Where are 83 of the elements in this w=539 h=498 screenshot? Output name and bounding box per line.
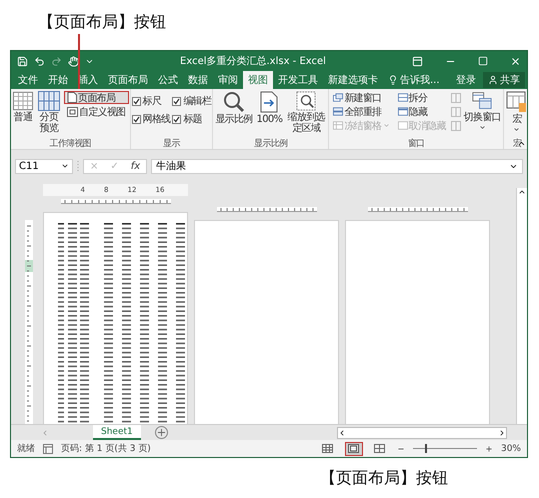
horizontal-scrollbar[interactable]: [337, 426, 507, 438]
caret-icon: [513, 126, 520, 133]
checkbox[interactable]: 标尺: [132, 94, 170, 108]
group-label: 工作簿视图: [50, 138, 92, 149]
checkmark-icon: [132, 116, 140, 122]
ribbon-tab[interactable]: 页面布局: [103, 71, 153, 89]
checkmark-icon: [132, 98, 140, 104]
close-icon[interactable]: [510, 56, 521, 66]
leader-line: [78, 34, 80, 92]
ribbon-button[interactable]: 隐藏: [394, 105, 449, 118]
tell-me-field[interactable]: 告诉我...: [383, 71, 445, 89]
scroll-right-icon[interactable]: [498, 428, 506, 436]
caret-icon: [382, 122, 390, 129]
ribbon-tab[interactable]: 公式: [153, 71, 183, 89]
ribbon-button[interactable]: 全部重排: [330, 105, 393, 118]
annotation-caption: 【页面布局】按钮: [320, 468, 448, 488]
caret-icon: [61, 162, 69, 170]
ribbon-tab[interactable]: 开发工具: [273, 71, 323, 89]
zoom-slider-thumb[interactable]: [424, 444, 427, 453]
ribbon-button[interactable]: 普通: [12, 91, 34, 123]
sheet-tab[interactable]: Sheet1: [93, 425, 141, 440]
ribbon-button[interactable]: 分页预览: [36, 91, 62, 134]
ribbon-tab[interactable]: 文件: [13, 71, 43, 89]
checkbox[interactable]: 标题: [172, 112, 212, 126]
scroll-left-icon[interactable]: [338, 428, 346, 436]
ribbon-button[interactable]: 切换窗口: [462, 91, 502, 131]
status-text: 就绪: [17, 442, 35, 455]
ribbon-tab[interactable]: 新建选项卡: [323, 71, 383, 89]
ribbon-tab[interactable]: 开始: [43, 71, 73, 89]
undo-icon[interactable]: [34, 56, 45, 66]
window-title: Excel多重分类汇总.xlsx - Excel: [179, 54, 327, 68]
page-number-text: 页码: 第 1 页(共 3 页): [61, 442, 151, 455]
zoom-in-icon[interactable]: [484, 444, 493, 452]
maximize-icon[interactable]: [478, 56, 488, 66]
ribbon-button[interactable]: 100%: [256, 91, 284, 125]
annotation-caption: 【页面布局】按钮: [38, 12, 166, 33]
ribbon-tab[interactable]: 审阅: [213, 71, 243, 89]
checkbox[interactable]: 网格线: [132, 112, 170, 126]
formula-value: 牛油果: [156, 160, 186, 173]
ribbon-tab[interactable]: 数据: [183, 71, 213, 89]
ribbon-button[interactable]: 拆分: [394, 91, 449, 104]
ribbon-button[interactable]: 宏: [504, 91, 527, 133]
save-icon[interactable]: [17, 56, 28, 66]
page-icon: [67, 92, 77, 103]
sign-in-link[interactable]: 登录: [451, 71, 481, 89]
group-label: 窗口: [408, 138, 424, 149]
ribbon-button[interactable]: 缩放到选定区域: [285, 91, 328, 134]
checkmark-icon: [173, 116, 180, 122]
formula-field[interactable]: 牛油果: [151, 158, 523, 174]
checkbox[interactable]: 编辑栏: [172, 94, 212, 108]
ribbon-options-icon[interactable]: [412, 56, 423, 66]
touch-mode-icon[interactable]: [68, 56, 79, 66]
custom-view-icon: [67, 106, 78, 116]
unhide-icon: [398, 121, 408, 130]
view-button[interactable]: [344, 442, 363, 456]
share-button[interactable]: 共享: [483, 72, 525, 88]
lightbulb-icon: [388, 75, 398, 85]
hide-icon: [398, 107, 408, 116]
group-label: 宏: [512, 138, 522, 149]
group-label: 显示: [163, 138, 180, 149]
magnifier-icon: [222, 91, 245, 113]
checkmark-icon: [173, 98, 180, 104]
new-window-icon: [333, 93, 344, 102]
ribbon-button[interactable]: 新建窗口: [330, 91, 393, 104]
ribbon-button[interactable]: 页面布局: [64, 91, 129, 104]
cell-reference: C11: [19, 160, 39, 172]
macro-record-icon[interactable]: [43, 444, 53, 454]
zoom-level-text: 30%: [500, 444, 521, 454]
formula-button[interactable]: fx: [130, 160, 140, 172]
ribbon-tab[interactable]: 视图: [243, 71, 273, 89]
freeze-icon: [333, 121, 344, 130]
split-icon: [398, 93, 408, 102]
arrange-icon: [333, 107, 344, 116]
name-box[interactable]: C11: [15, 158, 73, 174]
ribbon-button[interactable]: 显示比例: [214, 91, 254, 125]
person-icon: [488, 75, 498, 85]
group-label: 显示比例: [254, 138, 288, 149]
page-break-icon: [38, 91, 60, 111]
ribbon-button[interactable]: 自定义视图: [64, 105, 129, 118]
add-sheet-icon[interactable]: [154, 426, 168, 439]
caret-icon: [478, 124, 486, 131]
vertical-scrollbar[interactable]: [516, 188, 527, 424]
scroll-up-icon[interactable]: [518, 188, 526, 196]
